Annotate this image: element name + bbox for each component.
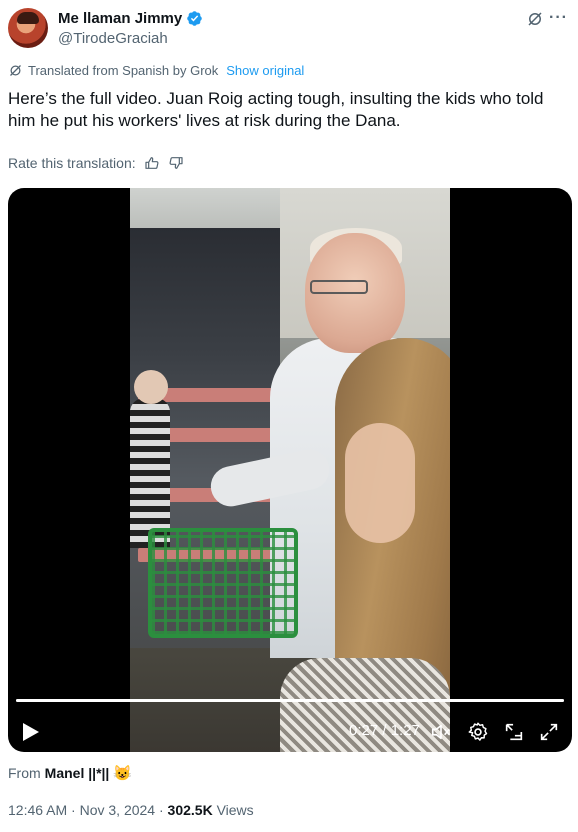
video-player[interactable]: 0:27 / 1:27 — [8, 188, 572, 752]
thumbs-up-icon[interactable] — [144, 155, 160, 171]
more-options-icon[interactable]: ··· — [549, 10, 568, 26]
grok-icon — [10, 65, 21, 76]
fullscreen-icon[interactable] — [538, 721, 560, 743]
rate-translation: Rate this translation: — [8, 155, 184, 171]
rate-translation-label: Rate this translation: — [8, 155, 136, 171]
author-display-name[interactable]: Me llaman Jimmy — [58, 10, 182, 27]
views-count: 302.5K — [167, 802, 213, 818]
verified-badge-icon[interactable] — [186, 10, 203, 27]
video-progress-bar[interactable] — [16, 699, 564, 702]
video-progress-fill — [16, 699, 564, 702]
translation-notice: Translated from Spanish by Grok Show ori… — [8, 63, 304, 78]
timestamp[interactable]: 12:46 AM · Nov 3, 2024 · — [8, 802, 168, 818]
tweet-text: Here’s the full video. Juan Roig acting … — [8, 89, 544, 130]
from-label: From — [8, 765, 41, 781]
tweet-header: Me llaman Jimmy @TirodeGraciah ··· — [8, 8, 570, 50]
source-name[interactable]: Manel ||*|| — [45, 765, 110, 781]
mute-icon[interactable] — [430, 721, 452, 743]
tweet-meta: 12:46 AM · Nov 3, 2024 · 302.5K Views — [8, 802, 254, 818]
grok-icon[interactable] — [526, 10, 544, 28]
source-emoji: 😺 — [113, 765, 133, 782]
views-label: Views — [212, 802, 254, 818]
author-name-row: Me llaman Jimmy — [58, 10, 203, 27]
video-glasses — [310, 280, 368, 294]
settings-icon[interactable] — [467, 721, 489, 743]
play-icon[interactable] — [22, 722, 40, 742]
video-old-woman — [130, 370, 170, 548]
thumbs-down-icon[interactable] — [168, 155, 184, 171]
video-frame — [130, 188, 450, 752]
video-source: From Manel ||*|| 😺 — [8, 764, 132, 782]
video-time: 0:27 / 1:27 — [349, 722, 420, 739]
author-handle[interactable]: @TirodeGraciah — [58, 30, 168, 47]
picture-in-picture-icon[interactable] — [503, 721, 525, 743]
avatar[interactable] — [8, 8, 48, 48]
video-shopping-cart — [148, 528, 298, 638]
show-original-link[interactable]: Show original — [226, 63, 304, 78]
video-woman-face — [345, 423, 415, 543]
translation-notice-text: Translated from Spanish by Grok — [28, 63, 219, 78]
